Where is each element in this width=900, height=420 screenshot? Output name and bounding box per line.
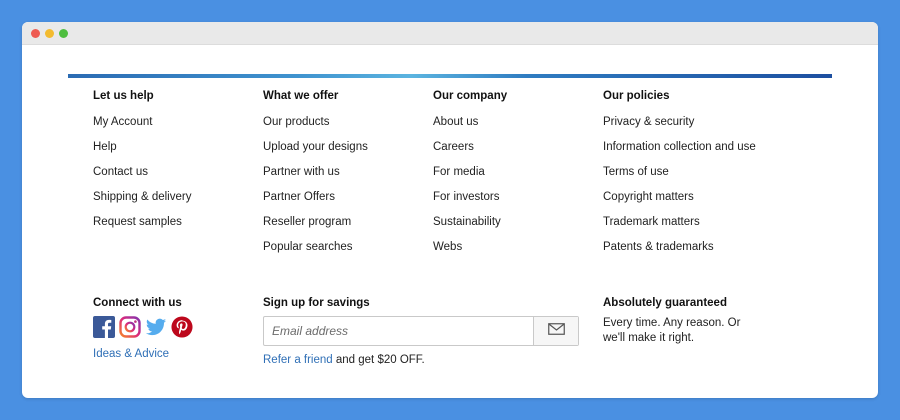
footer-link[interactable]: For investors <box>433 190 603 215</box>
refer-offer-text: and get $20 OFF. <box>332 354 425 366</box>
email-submit-button[interactable] <box>533 317 578 345</box>
footer-link[interactable]: Patents & trademarks <box>603 240 803 265</box>
footer-link[interactable]: Reseller program <box>263 215 433 240</box>
window-titlebar <box>22 22 878 45</box>
footer-column-company: Our company About us Careers For media F… <box>433 90 603 265</box>
signup-heading: Sign up for savings <box>263 297 370 309</box>
connect-heading: Connect with us <box>93 297 182 309</box>
email-signup-box <box>263 316 579 346</box>
footer-column-policies: Our policies Privacy & security Informat… <box>603 90 803 265</box>
footer-link[interactable]: Privacy & security <box>603 115 803 140</box>
pinterest-icon[interactable] <box>171 316 193 338</box>
footer-link[interactable]: Partner with us <box>263 165 433 190</box>
envelope-icon <box>547 322 565 340</box>
footer-link[interactable]: Request samples <box>93 215 263 240</box>
footer-link[interactable]: Shipping & delivery <box>93 190 263 215</box>
footer-link[interactable]: For media <box>433 165 603 190</box>
footer-link[interactable]: Partner Offers <box>263 190 433 215</box>
refer-friend-link[interactable]: Refer a friend <box>263 354 333 366</box>
footer-column-offer: What we offer Our products Upload your d… <box>263 90 433 265</box>
email-input[interactable] <box>264 317 526 345</box>
refer-a-friend: Refer a friend and get $20 OFF. <box>263 354 425 366</box>
column-heading: Let us help <box>93 90 154 102</box>
footer-link[interactable]: My Account <box>93 115 263 140</box>
ideas-advice-link[interactable]: Ideas & Advice <box>93 348 169 360</box>
close-window-icon[interactable] <box>31 29 40 38</box>
footer-link[interactable]: Trademark matters <box>603 215 803 240</box>
footer-link[interactable]: Careers <box>433 140 603 165</box>
social-icons <box>93 316 193 338</box>
footer-link[interactable]: Terms of use <box>603 165 803 190</box>
footer-link[interactable]: Information collection and use <box>603 140 803 165</box>
guarantee-heading: Absolutely guaranteed <box>603 297 727 309</box>
minimize-window-icon[interactable] <box>45 29 54 38</box>
column-heading: What we offer <box>263 90 339 102</box>
footer-link[interactable]: Upload your designs <box>263 140 433 165</box>
maximize-window-icon[interactable] <box>59 29 68 38</box>
footer-link[interactable]: Contact us <box>93 165 263 190</box>
footer-accent-bar <box>68 74 832 78</box>
column-heading: Our policies <box>603 90 670 102</box>
column-heading: Our company <box>433 90 508 102</box>
footer-link[interactable]: Copyright matters <box>603 190 803 215</box>
footer-link[interactable]: About us <box>433 115 603 140</box>
footer-link[interactable]: Help <box>93 140 263 165</box>
facebook-icon[interactable] <box>93 316 115 338</box>
footer-link[interactable]: Sustainability <box>433 215 603 240</box>
footer-link[interactable]: Webs <box>433 240 603 265</box>
guarantee-text: Every time. Any reason. Or we'll make it… <box>603 317 741 344</box>
instagram-icon[interactable] <box>119 316 141 338</box>
twitter-icon[interactable] <box>145 316 167 338</box>
footer-link[interactable]: Popular searches <box>263 240 433 265</box>
footer-link[interactable]: Our products <box>263 115 433 140</box>
browser-window: Let us help My Account Help Contact us S… <box>22 22 878 398</box>
footer-column-help: Let us help My Account Help Contact us S… <box>93 90 263 240</box>
